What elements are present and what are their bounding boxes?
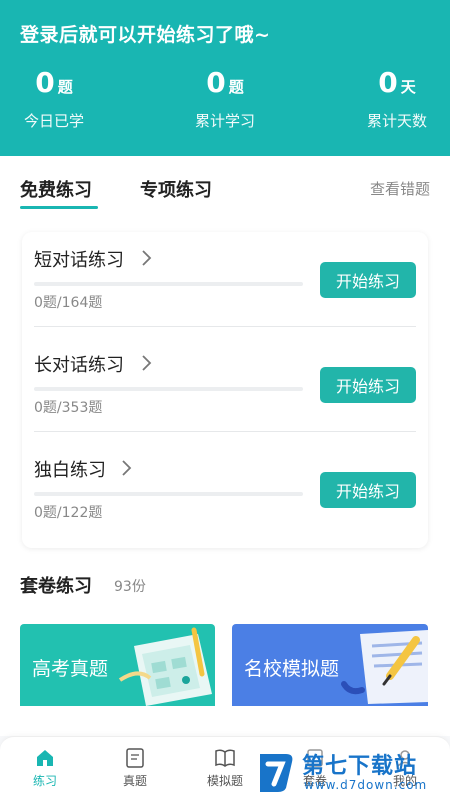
practice-item-title[interactable]: 短对话练习 — [34, 246, 124, 272]
start-practice-button[interactable]: 开始练习 — [320, 472, 416, 508]
practice-item-title[interactable]: 长对话练习 — [34, 351, 124, 377]
practice-item-long-dialog[interactable]: 长对话练习 0题/353题 开始练习 — [34, 337, 416, 441]
paper-section-count: 93份 — [114, 579, 146, 595]
practice-item-count: 0题/164题 — [34, 295, 103, 311]
stat-total-label: 累计学习 — [194, 112, 255, 130]
stat-days-unit: 天 — [400, 78, 416, 96]
practice-item-monologue[interactable]: 独白练习 0题/122题 开始练习 — [34, 442, 416, 546]
stat-total-value: 0 — [206, 66, 226, 99]
stat-today-value: 0 — [35, 66, 55, 99]
stat-total-unit: 题 — [228, 78, 244, 96]
book-icon — [215, 749, 235, 767]
start-practice-button[interactable]: 开始练习 — [320, 367, 416, 403]
exam-paper-illustration-icon — [118, 627, 212, 706]
practice-item-short-dialog[interactable]: 短对话练习 0题/164题 开始练习 — [34, 232, 416, 336]
nav-mock-exam[interactable]: 模拟题 — [195, 747, 255, 789]
nav-practice[interactable]: 练习 — [15, 747, 75, 789]
chevron-right-icon — [142, 250, 152, 266]
practice-list-card: 短对话练习 0题/164题 开始练习 长对话练习 0题/353题 开始练习 独白… — [22, 232, 428, 548]
banner-label: 高考真题 — [32, 658, 109, 680]
nav-label: 练习 — [32, 774, 57, 788]
tab-special-practice[interactable]: 专项练习 — [140, 176, 212, 202]
stat-today-label: 今日已学 — [23, 112, 84, 130]
chevron-right-icon — [122, 460, 132, 476]
banner-label: 名校模拟题 — [244, 658, 340, 680]
tab-free-practice[interactable]: 免费练习 — [20, 176, 98, 209]
mock-exam-banner[interactable]: 名校模拟题 — [232, 624, 428, 706]
divider — [34, 431, 416, 432]
progress-bar — [34, 492, 303, 496]
paper-section-title: 套卷练习 — [20, 576, 92, 597]
nav-label: 模拟题 — [206, 774, 243, 788]
home-icon — [37, 750, 53, 766]
notebook-pen-illustration-icon — [341, 630, 428, 704]
start-practice-button[interactable]: 开始练习 — [320, 262, 416, 298]
header: 登录后就可以开始练习了哦~ 0题 今日已学 0题 累计学习 0天 累计天数 — [0, 0, 450, 156]
practice-item-count: 0题/122题 — [34, 505, 103, 521]
exam-paper-icon — [126, 748, 144, 768]
stat-today-unit: 题 — [57, 78, 73, 96]
practice-item-count: 0题/353题 — [34, 400, 103, 416]
watermark-url: www.d7down.com — [304, 778, 428, 792]
chevron-right-icon — [142, 355, 152, 371]
view-wrong-questions-link[interactable]: 查看错题 — [370, 178, 430, 199]
main-panel: 免费练习 专项练习 查看错题 短对话练习 0题/164题 开始练习 长对话练习 … — [0, 156, 450, 736]
stat-today: 0题 今日已学 — [22, 66, 86, 131]
progress-bar — [34, 387, 303, 391]
progress-bar — [34, 282, 303, 286]
watermark-title: 第七下载站 — [302, 754, 418, 779]
gaokao-real-exam-banner[interactable]: 高考真题 — [20, 624, 215, 706]
stat-days-value: 0 — [378, 66, 398, 99]
stat-total-learned: 0题 累计学习 — [190, 66, 260, 131]
login-prompt[interactable]: 登录后就可以开始练习了哦~ — [20, 20, 270, 47]
nav-real-exam[interactable]: 真题 — [105, 747, 165, 789]
stat-total-days: 0天 累计天数 — [362, 66, 432, 131]
practice-item-title[interactable]: 独白练习 — [34, 456, 106, 482]
site-logo-icon — [260, 754, 293, 792]
divider — [34, 326, 416, 327]
nav-label: 真题 — [122, 774, 147, 788]
stat-days-label: 累计天数 — [366, 112, 427, 130]
site-watermark: 第七下载站 www.d7down.com — [250, 744, 450, 800]
